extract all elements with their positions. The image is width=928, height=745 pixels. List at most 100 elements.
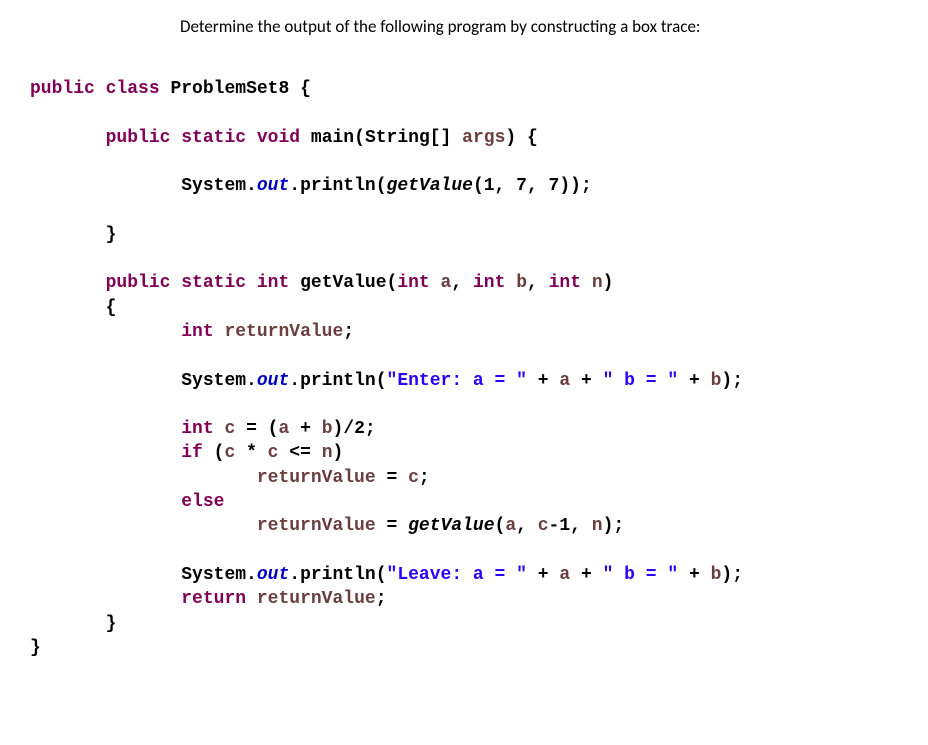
- out: out: [257, 176, 289, 196]
- paren: (: [354, 128, 365, 148]
- comma: ,: [451, 273, 473, 293]
- var-b: b: [322, 419, 333, 439]
- kw-static: static: [181, 128, 246, 148]
- class-name: ProblemSet8: [170, 79, 289, 99]
- paren-brace: ) {: [505, 128, 537, 148]
- mult: *: [235, 443, 267, 463]
- comma: ,: [516, 516, 538, 536]
- kw-int: int: [181, 419, 213, 439]
- method-getvalue: getValue: [300, 273, 386, 293]
- println: println: [300, 371, 376, 391]
- paren-semi: );: [721, 371, 743, 391]
- str-b-eq: " b = ": [603, 371, 679, 391]
- paren: (: [495, 516, 506, 536]
- paren-semi: );: [603, 516, 625, 536]
- kw-int: int: [257, 273, 289, 293]
- kw-int: int: [397, 273, 429, 293]
- out: out: [257, 565, 289, 585]
- type-string-arr: String[]: [365, 128, 451, 148]
- dot: .: [289, 565, 300, 585]
- minus1: -1,: [549, 516, 592, 536]
- code-listing: public class ProblemSet8 { public static…: [0, 37, 928, 660]
- brace: {: [300, 79, 311, 99]
- var-returnvalue: returnValue: [257, 468, 376, 488]
- plus: +: [527, 371, 559, 391]
- kw-public: public: [106, 273, 171, 293]
- kw-int: int: [181, 322, 213, 342]
- var-a: a: [559, 371, 570, 391]
- var-c: c: [268, 443, 279, 463]
- expr: = (: [235, 419, 278, 439]
- kw-return: return: [181, 589, 246, 609]
- paren: (: [376, 176, 387, 196]
- var-returnvalue: returnValue: [257, 589, 376, 609]
- paren-semi: );: [721, 565, 743, 585]
- kw-public: public: [106, 128, 171, 148]
- plus: +: [527, 565, 559, 585]
- getvalue-call: getValue: [387, 176, 473, 196]
- var-c: c: [224, 443, 235, 463]
- eq: =: [376, 516, 408, 536]
- semi: ;: [343, 322, 354, 342]
- var-a: a: [559, 565, 570, 585]
- println: println: [300, 176, 376, 196]
- var-a: a: [505, 516, 516, 536]
- instruction-text: Determine the output of the following pr…: [0, 0, 928, 37]
- param-a: a: [441, 273, 452, 293]
- brace: {: [106, 298, 117, 318]
- brace: }: [106, 614, 117, 634]
- var-c: c: [538, 516, 549, 536]
- kw-if: if: [181, 443, 203, 463]
- brace: }: [106, 225, 117, 245]
- call-args: (1, 7, 7));: [473, 176, 592, 196]
- system: System: [181, 176, 246, 196]
- semi: ;: [419, 468, 430, 488]
- dot: .: [289, 371, 300, 391]
- paren: (: [203, 443, 225, 463]
- getvalue-call: getValue: [408, 516, 494, 536]
- var-b: b: [711, 371, 722, 391]
- plus: +: [570, 565, 602, 585]
- kw-class: class: [106, 79, 160, 99]
- str-leave: "Leave: a = ": [387, 565, 527, 585]
- dot: .: [246, 371, 257, 391]
- var-b: b: [711, 565, 722, 585]
- semi: ;: [376, 589, 387, 609]
- var-c: c: [408, 468, 419, 488]
- dot: .: [246, 565, 257, 585]
- var-returnvalue: returnValue: [224, 322, 343, 342]
- kw-int: int: [549, 273, 581, 293]
- paren: ): [603, 273, 614, 293]
- plus: +: [678, 371, 710, 391]
- eq: =: [376, 468, 408, 488]
- kw-int: int: [473, 273, 505, 293]
- param-args: args: [462, 128, 505, 148]
- var-n: n: [592, 516, 603, 536]
- kw-void: void: [257, 128, 300, 148]
- paren: ): [333, 443, 344, 463]
- str-enter: "Enter: a = ": [387, 371, 527, 391]
- paren: (: [376, 565, 387, 585]
- kw-public: public: [30, 79, 95, 99]
- le: <=: [278, 443, 321, 463]
- paren: (: [387, 273, 398, 293]
- comma: ,: [527, 273, 549, 293]
- paren: (: [376, 371, 387, 391]
- dot: .: [246, 176, 257, 196]
- system: System: [181, 565, 246, 585]
- var-returnvalue: returnValue: [257, 516, 376, 536]
- system: System: [181, 371, 246, 391]
- var-c: c: [224, 419, 235, 439]
- brace: }: [30, 638, 41, 658]
- param-n: n: [592, 273, 603, 293]
- var-n: n: [322, 443, 333, 463]
- kw-static: static: [181, 273, 246, 293]
- println: println: [300, 565, 376, 585]
- param-b: b: [516, 273, 527, 293]
- plus: +: [678, 565, 710, 585]
- var-a: a: [278, 419, 289, 439]
- dot: .: [289, 176, 300, 196]
- plus: +: [289, 419, 321, 439]
- str-b-eq: " b = ": [603, 565, 679, 585]
- kw-else: else: [181, 492, 224, 512]
